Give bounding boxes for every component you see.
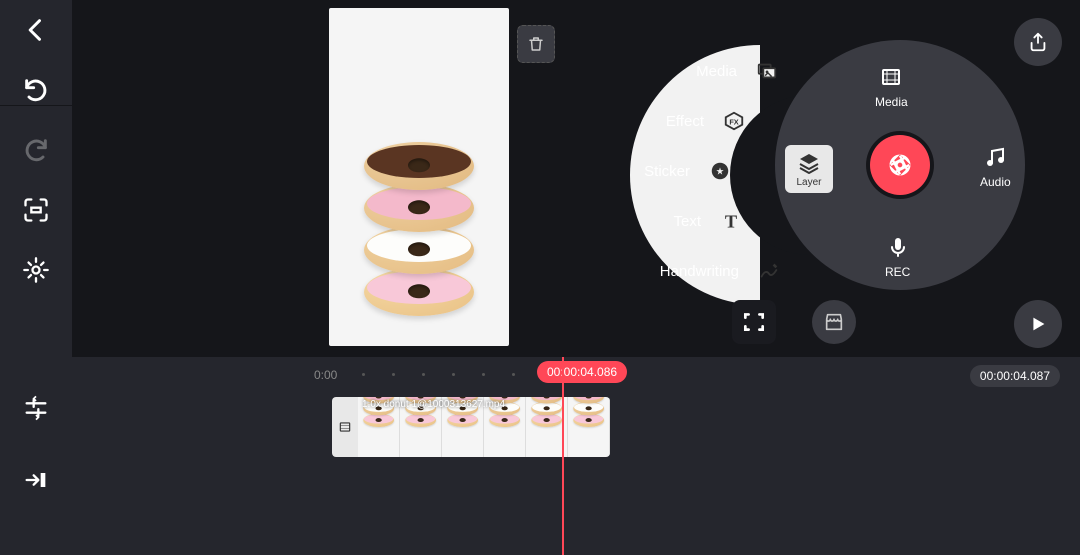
wheel-audio-button[interactable]: Audio [980, 145, 1011, 189]
wheel-record-button[interactable] [870, 135, 930, 195]
total-duration: 00:00:04.087 [970, 365, 1060, 387]
layer-option-label: Effect [666, 113, 704, 130]
playhead-time: 00:00:04.086 [537, 361, 627, 383]
asset-store-button[interactable] [812, 300, 856, 344]
undo-icon [22, 76, 50, 104]
preview-content [354, 96, 484, 316]
jump-end-button[interactable] [0, 450, 72, 510]
capture-icon [741, 309, 767, 335]
aperture-icon [886, 151, 914, 179]
layers-icon [797, 151, 821, 175]
expand-button[interactable] [0, 180, 72, 240]
layer-option-label: Text [673, 213, 701, 230]
wheel-rec-button[interactable]: REC [885, 235, 910, 279]
mic-icon [886, 235, 910, 259]
timeline-adjust-button[interactable] [0, 378, 72, 438]
back-button[interactable] [0, 0, 72, 60]
playhead[interactable] [562, 357, 564, 555]
wheel-label: Media [875, 95, 908, 109]
wheel-label: Audio [980, 175, 1011, 189]
redo-button [0, 120, 72, 180]
jump-end-icon [22, 466, 50, 494]
sliders-icon [22, 394, 50, 422]
action-wheel: Media Audio REC Layer [725, 40, 1025, 340]
capture-button[interactable] [732, 300, 776, 344]
time-zero-label: 0:00 [314, 368, 337, 382]
play-button[interactable] [1014, 300, 1062, 348]
timeline[interactable]: 0:00 00:00:04.086 00:00:04.087 1.0x donu… [72, 355, 1080, 555]
clip-label: 1.0x donut 1@1000313627.mp4 [362, 399, 505, 410]
store-icon [823, 311, 845, 333]
film-icon [879, 65, 903, 89]
layer-option-sticker[interactable]: Sticker [644, 153, 738, 189]
video-clip[interactable]: 1.0x donut 1@1000313627.mp4 [332, 397, 610, 457]
wheel-label: Layer [796, 177, 821, 188]
redo-icon [22, 136, 50, 164]
gear-icon [22, 256, 50, 284]
clip-type-icon [332, 397, 358, 457]
settings-button[interactable] [0, 240, 72, 300]
expand-icon [22, 196, 50, 224]
preview-frame[interactable]: K [329, 8, 509, 346]
music-icon [983, 145, 1007, 169]
undo-button[interactable] [0, 60, 72, 120]
delete-watermark-button[interactable] [517, 25, 555, 63]
wheel-layer-button[interactable]: Layer [785, 145, 833, 193]
preview-area: K Media Effect FX Sticker Text T Handwri… [72, 0, 1080, 355]
play-icon [1027, 313, 1049, 335]
clip-thumbnails: 1.0x donut 1@1000313627.mp4 [358, 397, 610, 457]
layer-option-label: Sticker [644, 163, 690, 180]
share-icon [1027, 31, 1049, 53]
wheel-media-button[interactable]: Media [875, 65, 908, 109]
chevron-left-icon [22, 16, 50, 44]
share-button[interactable] [1014, 18, 1062, 66]
trash-icon [527, 35, 545, 53]
time-ruler[interactable]: 0:00 00:00:04.086 00:00:04.087 [72, 357, 1080, 393]
wheel-label: REC [885, 265, 910, 279]
